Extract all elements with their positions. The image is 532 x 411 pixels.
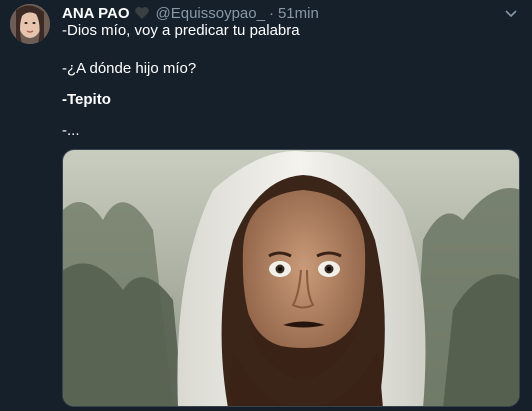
avatar[interactable] — [10, 4, 50, 44]
tweet-line: -¿A dónde hijo mío? — [62, 60, 197, 77]
tweet-card[interactable]: ANA PAO @Equissoypao_ · 51min -Dios mío,… — [0, 0, 532, 411]
author-handle[interactable]: @Equissoypao_ — [156, 5, 265, 22]
timestamp[interactable]: 51min — [278, 5, 319, 22]
tweet-line: -Tepito — [62, 91, 111, 108]
dot-separator: · — [268, 4, 274, 22]
tweet-line: -... — [62, 122, 80, 139]
tweet-header: ANA PAO @Equissoypao_ · 51min — [62, 3, 319, 23]
author-name[interactable]: ANA PAO — [62, 5, 130, 22]
tweet-line: -Dios mío, voy a predicar tu palabra — [62, 22, 300, 39]
black-heart-icon — [134, 6, 150, 20]
chevron-down-icon[interactable] — [504, 6, 518, 24]
tweet-media-image[interactable] — [62, 149, 520, 407]
